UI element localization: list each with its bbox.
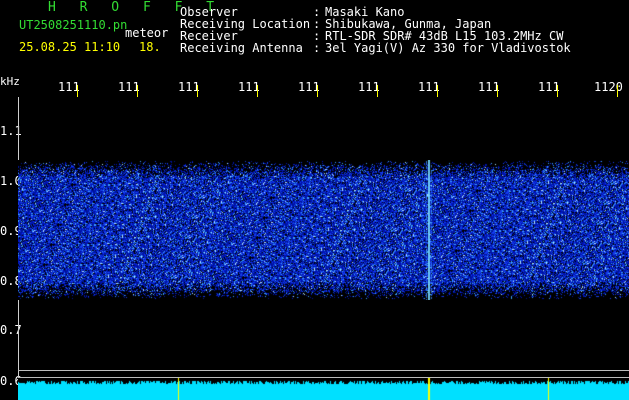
spectrogram-canvas [18, 160, 629, 300]
x-tick-mark [77, 85, 78, 97]
antenna-value: 3el Yagi(V) Az 330 for Vladivostok [325, 41, 571, 55]
x-tick-mark [437, 85, 438, 97]
spectrogram [18, 160, 629, 300]
antenna-label: Receiving Antenna [180, 41, 303, 55]
x-tick-mark [257, 85, 258, 97]
x-tick-mark [557, 85, 558, 97]
x-tick-mark [497, 85, 498, 97]
signal-canvas [18, 378, 629, 400]
x-tick-mark [617, 85, 618, 97]
x-tick-mark [317, 85, 318, 97]
x-tick-mark [377, 85, 378, 97]
reference-line [18, 370, 629, 371]
file-name: UT2508251110.pn [19, 18, 128, 32]
level-value: 18. [139, 40, 161, 54]
x-tick-mark [197, 85, 198, 97]
antenna-colon: : [313, 41, 321, 55]
x-tick-mark [137, 85, 138, 97]
x-tick-label: 1120 [594, 80, 623, 94]
unit-label: kHz [0, 75, 20, 88]
mode-label: meteor [125, 26, 169, 40]
signal-strength-strip [18, 378, 629, 400]
datetime: 25.08.25 11:10 [19, 40, 121, 54]
hrofft-display: H R O F F T UT2508251110.pn meteor 25.08… [0, 0, 629, 400]
